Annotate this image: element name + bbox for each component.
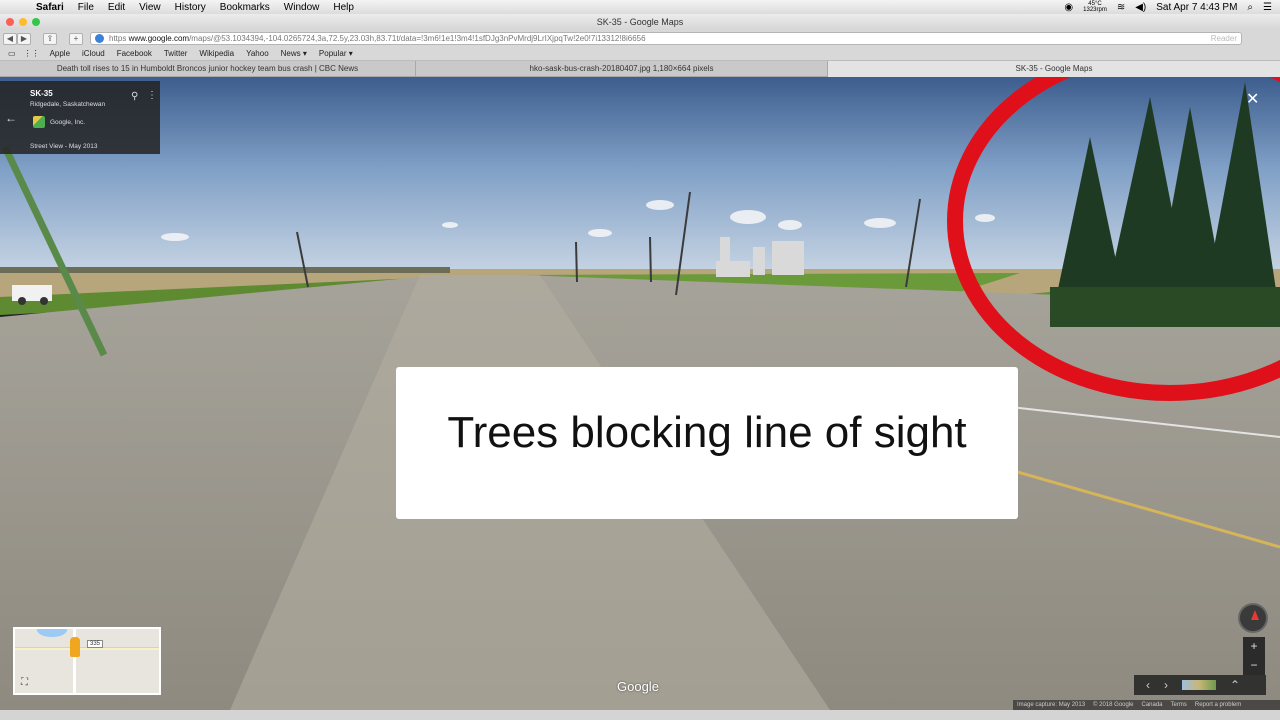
tab-crash-image[interactable]: hko-sask-bus-crash-20180407.jpg 1,180×66…	[416, 61, 828, 77]
bookmark-wikipedia[interactable]: Wikipedia	[199, 49, 234, 58]
temperature-readout: 45°C 1323rpm	[1083, 1, 1107, 13]
caption-text: Trees blocking line of sight	[447, 408, 967, 457]
tab-google-maps[interactable]: SK-35 - Google Maps	[828, 61, 1280, 77]
capture-date[interactable]: Street View - May 2013	[30, 143, 97, 150]
expand-map-icon[interactable]: ⛶	[21, 677, 28, 688]
footer-capture: Image capture: May 2013	[1017, 702, 1086, 708]
reader-button[interactable]: Reader	[1211, 33, 1237, 44]
bookmark-icloud[interactable]: iCloud	[82, 49, 105, 58]
mac-menubar: Safari File Edit View History Bookmarks …	[0, 0, 1280, 14]
window-titlebar: SK-35 - Google Maps	[0, 14, 1280, 30]
top-sites-icon[interactable]: ⋮⋮	[24, 49, 40, 58]
back-icon[interactable]: ◀	[3, 32, 17, 45]
minimap-water	[37, 629, 67, 637]
menu-history[interactable]: History	[175, 2, 206, 13]
imagery-thumbnail[interactable]	[1182, 680, 1216, 690]
footer-country[interactable]: Canada	[1142, 700, 1163, 710]
footer-copyright: © 2018 Google	[1093, 702, 1134, 708]
footer-report[interactable]: Report a problem	[1195, 700, 1241, 710]
menu-view[interactable]: View	[139, 2, 161, 13]
forward-icon[interactable]: ▶	[17, 32, 31, 45]
pegman-icon[interactable]	[70, 637, 80, 657]
pin-icon[interactable]: ⚲	[131, 91, 138, 102]
window-title: SK-35 - Google Maps	[596, 17, 684, 27]
location-info-card: ← SK-35 Ridgedale, Saskatchewan Google, …	[0, 81, 160, 154]
zoom-in-button[interactable]: +	[1243, 637, 1265, 656]
footer-terms[interactable]: Terms	[1171, 700, 1187, 710]
bookmark-twitter[interactable]: Twitter	[164, 49, 188, 58]
street-view-panorama[interactable]: ← SK-35 Ridgedale, Saskatchewan Google, …	[0, 77, 1280, 710]
compass-icon[interactable]	[1238, 603, 1268, 633]
menu-app[interactable]: Safari	[36, 2, 64, 13]
chevron-left-icon[interactable]: ‹	[1146, 678, 1150, 692]
clock[interactable]: Sat Apr 7 4:43 PM	[1156, 2, 1237, 13]
volume-icon[interactable]: ◀)	[1135, 2, 1146, 13]
menu-file[interactable]: File	[78, 2, 94, 13]
bookmark-popular[interactable]: Popular ▾	[319, 49, 353, 58]
bookmarks-bar: ▭ ⋮⋮ Apple iCloud Facebook Twitter Wikip…	[0, 47, 1280, 61]
google-logo: Google	[617, 679, 659, 694]
search-icon[interactable]: ⌕	[1247, 2, 1253, 13]
chevron-up-icon[interactable]: ⌃	[1230, 678, 1240, 692]
wifi-icon[interactable]: ≋	[1117, 2, 1125, 13]
menu-edit[interactable]: Edit	[108, 2, 125, 13]
new-tab-icon[interactable]: +	[69, 32, 83, 45]
chevron-right-icon[interactable]: ›	[1164, 678, 1168, 692]
tab-bar: Death toll rises to 15 in Humboldt Bronc…	[0, 61, 1280, 77]
address-bar[interactable]: https www.google.com/maps/@53.1034394,-1…	[90, 32, 1242, 45]
contributor-icon	[33, 116, 45, 128]
window-bottom-edge	[0, 710, 1280, 720]
lock-icon	[95, 34, 104, 43]
reading-list-icon[interactable]: ▭	[8, 49, 16, 58]
zoom-window-button[interactable]	[32, 18, 40, 26]
minimize-window-button[interactable]	[19, 18, 27, 26]
bookmark-yahoo[interactable]: Yahoo	[246, 49, 269, 58]
browser-toolbar: ◀ ▶ ⇪ + https www.google.com/maps/@53.10…	[0, 30, 1280, 47]
close-window-button[interactable]	[6, 18, 14, 26]
back-arrow-icon[interactable]: ←	[5, 111, 17, 125]
map-footer: Image capture: May 2013 © 2018 Google Ca…	[1013, 700, 1280, 710]
zoom-controls: + −	[1243, 637, 1265, 675]
minimap[interactable]: 335 ⛶	[13, 627, 161, 695]
location-title: SK-35	[30, 89, 53, 98]
tab-cbc-news[interactable]: Death toll rises to 15 in Humboldt Bronc…	[0, 61, 416, 77]
imagery-strip: ‹ › ⌃	[1134, 675, 1266, 695]
share-icon[interactable]: ⇪	[43, 32, 57, 45]
menu-help[interactable]: Help	[333, 2, 354, 13]
list-icon[interactable]: ☰	[1263, 2, 1272, 13]
contributor-name[interactable]: Google, Inc.	[50, 119, 85, 126]
bookmark-facebook[interactable]: Facebook	[117, 49, 152, 58]
close-icon[interactable]: ✕	[1246, 89, 1259, 109]
menu-window[interactable]: Window	[284, 2, 320, 13]
record-icon[interactable]: ◉	[1064, 2, 1073, 13]
more-options-icon[interactable]: ⋮	[147, 90, 157, 101]
bookmark-news[interactable]: News ▾	[281, 49, 307, 58]
menu-bookmarks[interactable]: Bookmarks	[220, 2, 270, 13]
zoom-out-button[interactable]: −	[1243, 656, 1265, 675]
caption-overlay: Trees blocking line of sight	[396, 367, 1018, 519]
location-subtitle: Ridgedale, Saskatchewan	[30, 101, 106, 108]
bookmark-apple[interactable]: Apple	[50, 49, 70, 58]
highway-shield: 335	[87, 640, 104, 648]
